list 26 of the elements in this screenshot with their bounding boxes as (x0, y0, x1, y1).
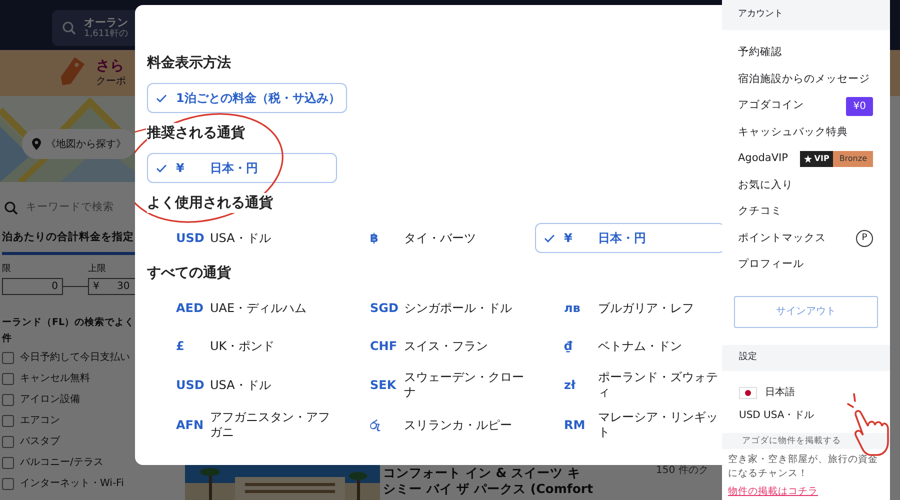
filter-heading: ーランド（FL）の検索でよく 件 (2, 316, 135, 346)
section-heading: すべての通貨 (147, 263, 231, 283)
price-label: 限 (2, 262, 12, 276)
filter-label: 今日予約して今日支払い (20, 350, 130, 366)
points-badge: P (856, 230, 873, 248)
host-listing-title: アゴダに物件を掲載する (742, 436, 841, 446)
section-heading: 推奨される通貨 (147, 123, 245, 143)
section-heading: よく使用される通貨 (147, 193, 273, 213)
filter-label: アイロン設備 (20, 392, 80, 408)
price-label: 上限 (88, 262, 106, 276)
tier-badge: Bronze (833, 151, 873, 168)
price-heading: 泊あたりの合計料金を指定 (2, 230, 134, 245)
filter-label: キャンセル無料 (20, 372, 90, 386)
coin-balance: ¥0 (846, 96, 873, 116)
menu-heading: 設定 (722, 344, 890, 370)
vip-badge: VIP (800, 151, 834, 168)
filter-label: インターネット・Wi-Fi (20, 477, 124, 492)
promo-title: さら (96, 58, 125, 74)
property-count: 1,611軒の (84, 29, 128, 40)
filter-label: バルコニー/テラス (20, 456, 104, 470)
promo-text: クーポ (96, 74, 126, 88)
result-count: 150 件のク (655, 464, 708, 478)
menu-heading: アカウント (722, 0, 890, 30)
filter-label: バスタブ (20, 434, 60, 450)
filter-label: エアコン (20, 414, 60, 428)
destination-text: オーラン (84, 16, 128, 29)
